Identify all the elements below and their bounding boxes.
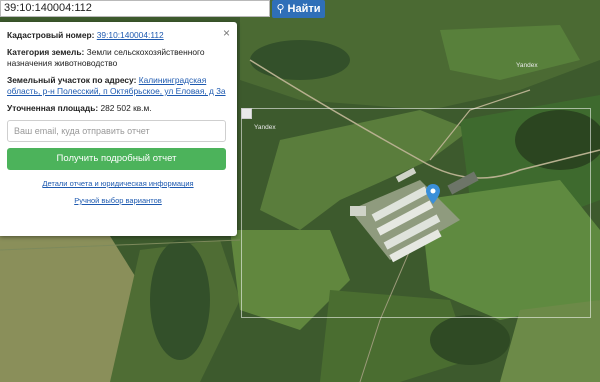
report-details-link[interactable]: Детали отчета и юридическая информация: [7, 179, 229, 188]
cadastral-number-row: Кадастровый номер: 39:10:140004:112: [7, 30, 229, 41]
location-pin-icon[interactable]: [426, 184, 440, 204]
manual-selection-link[interactable]: Ручной выбор вариантов: [7, 196, 229, 205]
area-label: Уточненная площадь:: [7, 103, 99, 113]
yandex-watermark: Yandex: [516, 62, 538, 69]
address-row: Земельный участок по адресу: Калининград…: [7, 75, 229, 97]
area-value: 282 502 кв.м.: [100, 103, 152, 113]
search-icon: ⚲: [276, 3, 285, 15]
search-button[interactable]: ⚲ Найти: [272, 0, 325, 18]
search-button-label: Найти: [287, 3, 321, 15]
yandex-watermark: Yandex: [254, 124, 276, 131]
category-label: Категория земель:: [7, 47, 85, 57]
land-category-row: Категория земель: Земли сельскохозяйстве…: [7, 47, 229, 69]
area-row: Уточненная площадь: 282 502 кв.м.: [7, 103, 229, 114]
cadastral-search-input[interactable]: 39:10:140004:112: [0, 0, 270, 17]
email-input[interactable]: Ваш email, куда отправить отчет: [7, 120, 226, 142]
broken-image-icon: [241, 108, 252, 119]
address-label: Земельный участок по адресу:: [7, 75, 137, 85]
cadastral-number-link[interactable]: 39:10:140004:112: [97, 30, 164, 40]
parcel-info-panel: × Кадастровый номер: 39:10:140004:112 Ка…: [0, 22, 237, 236]
get-report-button[interactable]: Получить подробный отчет: [7, 148, 226, 170]
close-icon[interactable]: ×: [223, 26, 230, 40]
cadastral-label: Кадастровый номер:: [7, 30, 95, 40]
